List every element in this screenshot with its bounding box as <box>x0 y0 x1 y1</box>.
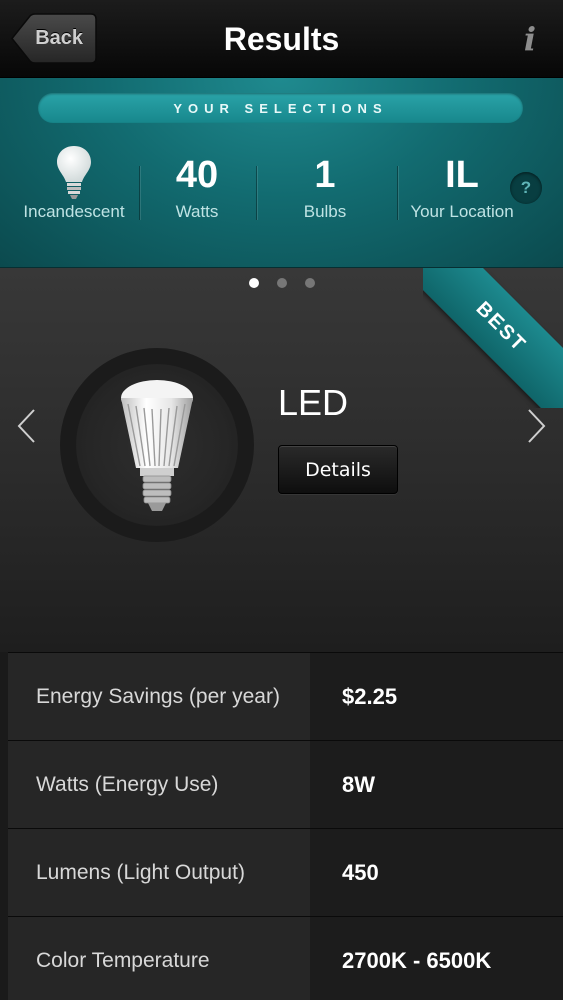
location-value: IL <box>445 154 479 196</box>
spec-value: 2700K - 6500K <box>310 917 563 1000</box>
selection-divider <box>139 166 140 220</box>
chevron-left-icon[interactable] <box>14 406 38 446</box>
selections-header: YOUR SELECTIONS <box>38 93 523 123</box>
product-image <box>60 348 254 542</box>
spec-label: Energy Savings (per year) <box>8 653 310 741</box>
page-dot-3[interactable] <box>304 278 315 288</box>
page-dot-2[interactable] <box>276 278 287 288</box>
product-carousel: BEST LED Details <box>0 268 563 652</box>
spec-value: 450 <box>310 829 563 917</box>
selection-watts[interactable]: 40 Watts <box>142 144 252 234</box>
selection-divider <box>256 166 257 220</box>
selection-divider <box>397 166 398 220</box>
selection-bulb-type[interactable]: Incandescent <box>14 144 134 234</box>
back-button-label: Back <box>35 27 83 49</box>
table-row: Watts (Energy Use) 8W <box>8 740 563 829</box>
watts-label: Watts <box>175 202 219 221</box>
spec-label: Watts (Energy Use) <box>8 741 310 829</box>
bulb-type-label: Incandescent <box>23 202 125 221</box>
product-name: LED <box>278 382 349 423</box>
spec-label: Color Temperature <box>8 917 310 1000</box>
led-bulb-icon <box>121 380 193 511</box>
spec-label: Lumens (Light Output) <box>8 829 310 917</box>
specs-table: Energy Savings (per year) $2.25 Watts (E… <box>8 652 563 1000</box>
location-label: Your Location <box>410 202 514 221</box>
nav-bar: Back Results i <box>0 0 563 78</box>
spec-value: $2.25 <box>310 653 563 741</box>
chevron-right-icon[interactable] <box>525 406 549 446</box>
page-dot-1[interactable] <box>248 278 259 288</box>
back-button[interactable]: Back <box>10 13 97 64</box>
bulbs-value: 1 <box>314 154 336 196</box>
best-badge: BEST <box>423 268 563 408</box>
bulbs-label: Bulbs <box>303 202 347 221</box>
best-badge-label: BEST <box>423 268 563 408</box>
details-button[interactable]: Details <box>278 445 398 494</box>
table-row: Energy Savings (per year) $2.25 <box>8 652 563 741</box>
info-icon[interactable]: i <box>515 22 545 56</box>
spec-value: 8W <box>310 741 563 829</box>
table-row: Color Temperature 2700K - 6500K <box>8 916 563 1000</box>
help-icon[interactable]: ? <box>510 172 542 204</box>
selection-bulbs[interactable]: 1 Bulbs <box>270 144 380 234</box>
selections-row: Incandescent 40 Watts 1 Bulbs IL Your Lo… <box>0 144 563 234</box>
selection-location[interactable]: IL Your Location <box>402 144 522 234</box>
watts-value: 40 <box>175 154 219 196</box>
table-row: Lumens (Light Output) 450 <box>8 828 563 917</box>
lightbulb-icon <box>57 146 91 199</box>
